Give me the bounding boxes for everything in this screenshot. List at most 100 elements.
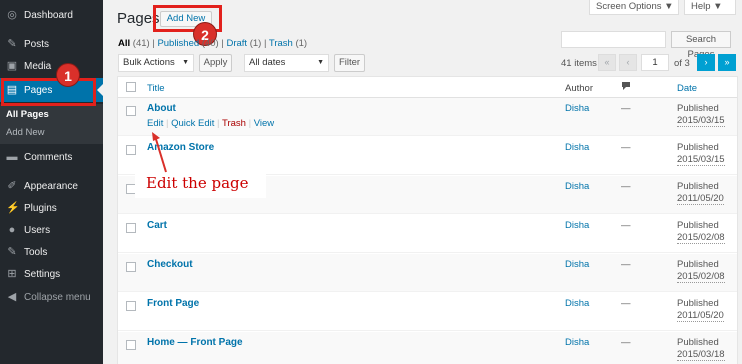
menu-users[interactable]: ● Users	[0, 219, 103, 241]
post-date: 2015/02/08	[677, 232, 725, 244]
filter-published-count: (40)	[201, 38, 219, 49]
table-row: Front Page Disha — Published 2011/05/20	[118, 293, 737, 331]
author-link[interactable]: Disha	[565, 181, 589, 192]
author-link[interactable]: Disha	[565, 337, 589, 348]
menu-plugins[interactable]: ⚡ Plugins	[0, 197, 103, 219]
search-pages-button[interactable]: Search Pages	[671, 31, 731, 60]
comment-count: —	[621, 298, 631, 309]
appearance-icon: ✐	[7, 180, 17, 192]
post-date: 2011/05/20	[677, 193, 724, 205]
pages-table: Title Author Date About Edit | Quick Edi…	[117, 76, 738, 364]
menu-media[interactable]: ▣ Media	[0, 55, 103, 77]
quick-edit-link[interactable]: Quick Edit	[171, 118, 214, 129]
menu-label: Settings	[24, 268, 61, 280]
column-date[interactable]: Date	[677, 83, 697, 94]
row-checkbox[interactable]	[126, 223, 136, 233]
help-button[interactable]: Help ▼	[684, 0, 736, 15]
row-checkbox[interactable]	[126, 145, 136, 155]
tools-icon: ✎	[7, 246, 17, 258]
menu-label: Plugins	[24, 202, 57, 214]
search-input[interactable]	[561, 31, 666, 48]
menu-label: Appearance	[24, 180, 78, 192]
menu-settings[interactable]: ⊞ Settings	[0, 263, 103, 285]
filter-button[interactable]: Filter	[334, 54, 365, 72]
post-date: 2011/05/20	[677, 310, 724, 322]
next-page-button[interactable]: ›	[697, 54, 715, 71]
comment-bubble-icon[interactable]	[621, 81, 631, 94]
filter-draft-count: (1)	[249, 38, 262, 49]
author-link[interactable]: Disha	[565, 259, 589, 270]
menu-posts[interactable]: ✎ Posts	[0, 33, 103, 55]
menu-label: Posts	[24, 38, 50, 50]
row-checkbox[interactable]	[126, 106, 136, 116]
author-link[interactable]: Disha	[565, 298, 589, 309]
table-row: Checkout Disha — Published 2015/02/08	[118, 254, 737, 292]
pages-submenu: All Pages Add New	[0, 104, 103, 144]
table-header: Title Author Date	[118, 77, 737, 98]
filter-published[interactable]: Published	[157, 38, 199, 49]
current-page-input[interactable]: 1	[641, 54, 669, 71]
last-page-button[interactable]: »	[718, 54, 736, 71]
trash-link[interactable]: Trash	[222, 118, 246, 129]
row-checkbox[interactable]	[126, 340, 136, 350]
collapse-menu-button[interactable]: ◀ Collapse menu	[0, 286, 103, 308]
apply-button[interactable]: Apply	[199, 54, 232, 72]
page-title-link[interactable]: Front Page	[147, 298, 199, 309]
media-icon: ▣	[6, 60, 18, 72]
bulk-actions-select[interactable]: Bulk Actions ▼	[118, 54, 194, 72]
pushpin-icon: ✎	[7, 38, 17, 50]
column-author: Author	[565, 83, 593, 94]
menu-label: Tools	[24, 246, 48, 258]
page-title-link[interactable]: Cart	[147, 220, 167, 231]
comment-count: —	[621, 103, 631, 114]
menu-comments[interactable]: ▬ Comments	[0, 146, 103, 168]
filter-all[interactable]: All	[118, 38, 130, 49]
annotation-number-1: 1	[56, 63, 80, 87]
filter-trash-count: (1)	[295, 38, 308, 49]
dates-select[interactable]: All dates ▼	[244, 54, 329, 72]
view-link[interactable]: View	[254, 118, 274, 129]
screen-options-button[interactable]: Screen Options ▼	[589, 0, 679, 15]
annotation-box-pages	[1, 78, 96, 106]
first-page-button: «	[598, 54, 616, 71]
plugins-icon: ⚡	[6, 202, 20, 214]
submenu-add-new[interactable]: Add New	[6, 127, 45, 138]
menu-label: Dashboard	[24, 9, 73, 21]
author-link[interactable]: Disha	[565, 103, 589, 114]
comment-count: —	[621, 259, 631, 270]
post-status: Published	[677, 337, 719, 348]
post-date: 2015/02/08	[677, 271, 725, 283]
post-status: Published	[677, 181, 719, 192]
post-status: Published	[677, 220, 719, 231]
post-status: Published	[677, 103, 719, 114]
author-link[interactable]: Disha	[565, 142, 589, 153]
page-title-link[interactable]: Home — Front Page	[147, 337, 243, 348]
submenu-all-pages[interactable]: All Pages	[6, 109, 49, 120]
menu-appearance[interactable]: ✐ Appearance	[0, 175, 103, 197]
filter-trash[interactable]: Trash	[269, 38, 293, 49]
select-all-checkbox[interactable]	[126, 82, 136, 92]
collapse-icon: ◀	[7, 291, 17, 303]
comments-icon: ▬	[6, 151, 18, 163]
row-actions: Edit | Quick Edit | Trash | View	[147, 118, 275, 129]
page-title-link[interactable]: Checkout	[147, 259, 193, 270]
filter-draft[interactable]: Draft	[226, 38, 247, 49]
page-title-link[interactable]: About	[147, 103, 176, 114]
post-date: 2015/03/18	[677, 349, 725, 361]
dashboard-icon: ◎	[7, 9, 17, 21]
column-title[interactable]: Title	[147, 83, 165, 94]
settings-icon: ⊞	[7, 268, 17, 280]
chevron-down-icon: ▼	[317, 59, 324, 66]
prev-page-button: ‹	[619, 54, 637, 71]
post-status: Published	[677, 298, 719, 309]
edit-link[interactable]: Edit	[147, 118, 163, 129]
post-date: 2015/03/15	[677, 115, 725, 127]
post-status: Published	[677, 142, 719, 153]
row-checkbox[interactable]	[126, 301, 136, 311]
annotation-callout: Edit the page	[135, 170, 266, 198]
menu-tools[interactable]: ✎ Tools	[0, 241, 103, 263]
menu-label: Collapse menu	[24, 291, 91, 303]
author-link[interactable]: Disha	[565, 220, 589, 231]
menu-dashboard[interactable]: ◎ Dashboard	[0, 4, 103, 26]
row-checkbox[interactable]	[126, 262, 136, 272]
